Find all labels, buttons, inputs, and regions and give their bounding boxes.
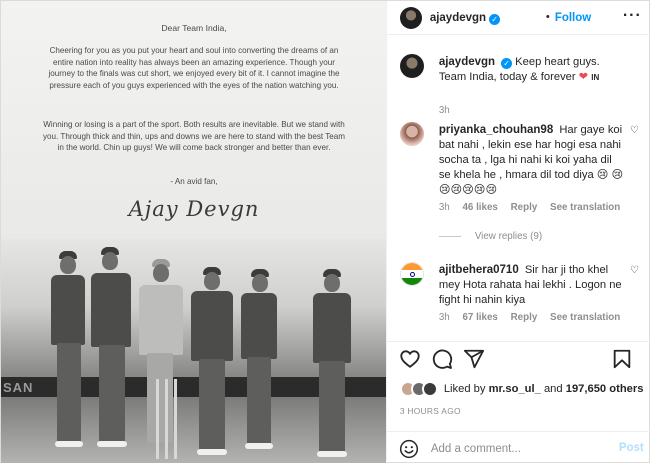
follow-button[interactable]: Follow [555,12,591,24]
commenter-avatar[interactable] [399,122,424,146]
heart-icon[interactable]: ♡ [630,265,639,276]
caption-username[interactable]: ajaydevgn [439,56,495,68]
bookmark-icon[interactable] [611,348,633,370]
comment-icon[interactable] [431,348,453,370]
reply-button[interactable]: Reply [511,312,538,323]
billboard-text: SAN [3,380,34,395]
comment-username[interactable]: ajitbehera0710 [439,264,519,276]
caption-avatar[interactable] [399,54,424,78]
post-side-panel: ajaydevgn ✓ • Follow ··· ajaydevgn ✓ Keep … [385,1,650,463]
post-comment-button[interactable]: Post [619,442,644,454]
comment-likes[interactable]: 46 likes [462,202,497,213]
heart-icon[interactable]: ♡ [630,125,639,136]
action-bar [386,341,650,375]
liker-avatar[interactable] [421,381,438,397]
liked-by-text: Liked by mr.so_ul_ and 197,650 others [443,383,644,395]
caption-text: ajaydevgn ✓ Keep heart guys. Team India, … [439,55,625,85]
verified-icon: ✓ [489,14,501,25]
comment-time: 3h [438,202,450,213]
letter-paragraph-2: Winning or losing is a part of the sport… [42,120,346,153]
view-replies-button[interactable]: View replies (9) [438,231,542,242]
separator-dot: • [545,11,550,23]
emoji-icon[interactable] [399,439,419,459]
comment-meta: 3h 46 likes Reply See translation [439,202,630,213]
header-username[interactable]: ajaydevgn ✓ [430,12,501,25]
likes-count[interactable]: 197,650 others [566,383,644,395]
letter: Dear Team India, Cheering for you as you… [1,1,386,241]
comment-likes[interactable]: 67 likes [462,312,497,323]
liked-by-user[interactable]: mr.so_ul_ [489,383,541,395]
comments-list: ajaydevgn ✓ Keep heart guys. Team India, … [387,35,650,341]
letter-signature: Ajay Devgn [128,197,260,221]
comment-meta: 3h 67 likes Reply See translation [439,312,630,323]
post-image[interactable]: Dear Team India, Cheering for you as you… [1,1,386,463]
share-icon[interactable] [463,348,485,370]
caption-time: 3h [438,105,450,116]
see-translation-link[interactable]: See translation [550,202,620,213]
red-heart-emoji: ❤ [578,71,589,83]
letter-greeting: Dear Team India, [161,23,227,33]
likes-summary: Liked by mr.so_ul_ and 197,650 others [399,379,650,399]
post-header: ajaydevgn ✓ • Follow ··· [386,1,650,35]
comment-input[interactable] [430,440,601,458]
more-icon[interactable]: ··· [623,7,642,25]
letter-signoff: - An avid fan, [170,177,218,186]
comment-text: priyanka_chouhan98 Har gaye koi bat nahi… [439,123,625,198]
verified-icon: ✓ [501,58,513,69]
commenter-avatar[interactable] [399,262,424,286]
letter-paragraph-1: Cheering for you as you put your heart a… [48,46,340,90]
comment-time: 3h [438,312,450,323]
post-timestamp[interactable]: 3 HOURS AGO [400,406,461,416]
heart-icon[interactable] [399,348,421,370]
reply-button[interactable]: Reply [511,202,538,213]
comment-text: ajitbehera0710 Sir har ji tho khel mey H… [439,263,625,308]
comment-username[interactable]: priyanka_chouhan98 [439,124,553,136]
team-photo: SAN [1,239,386,463]
instagram-post: Dear Team India, Cheering for you as you… [0,0,650,463]
see-translation-link[interactable]: See translation [550,312,620,323]
avatar[interactable] [399,7,422,29]
add-comment-bar: Post [386,431,650,463]
country-flag-emoji: IN [591,73,600,82]
stumps [156,379,178,459]
replies-line [438,235,461,237]
